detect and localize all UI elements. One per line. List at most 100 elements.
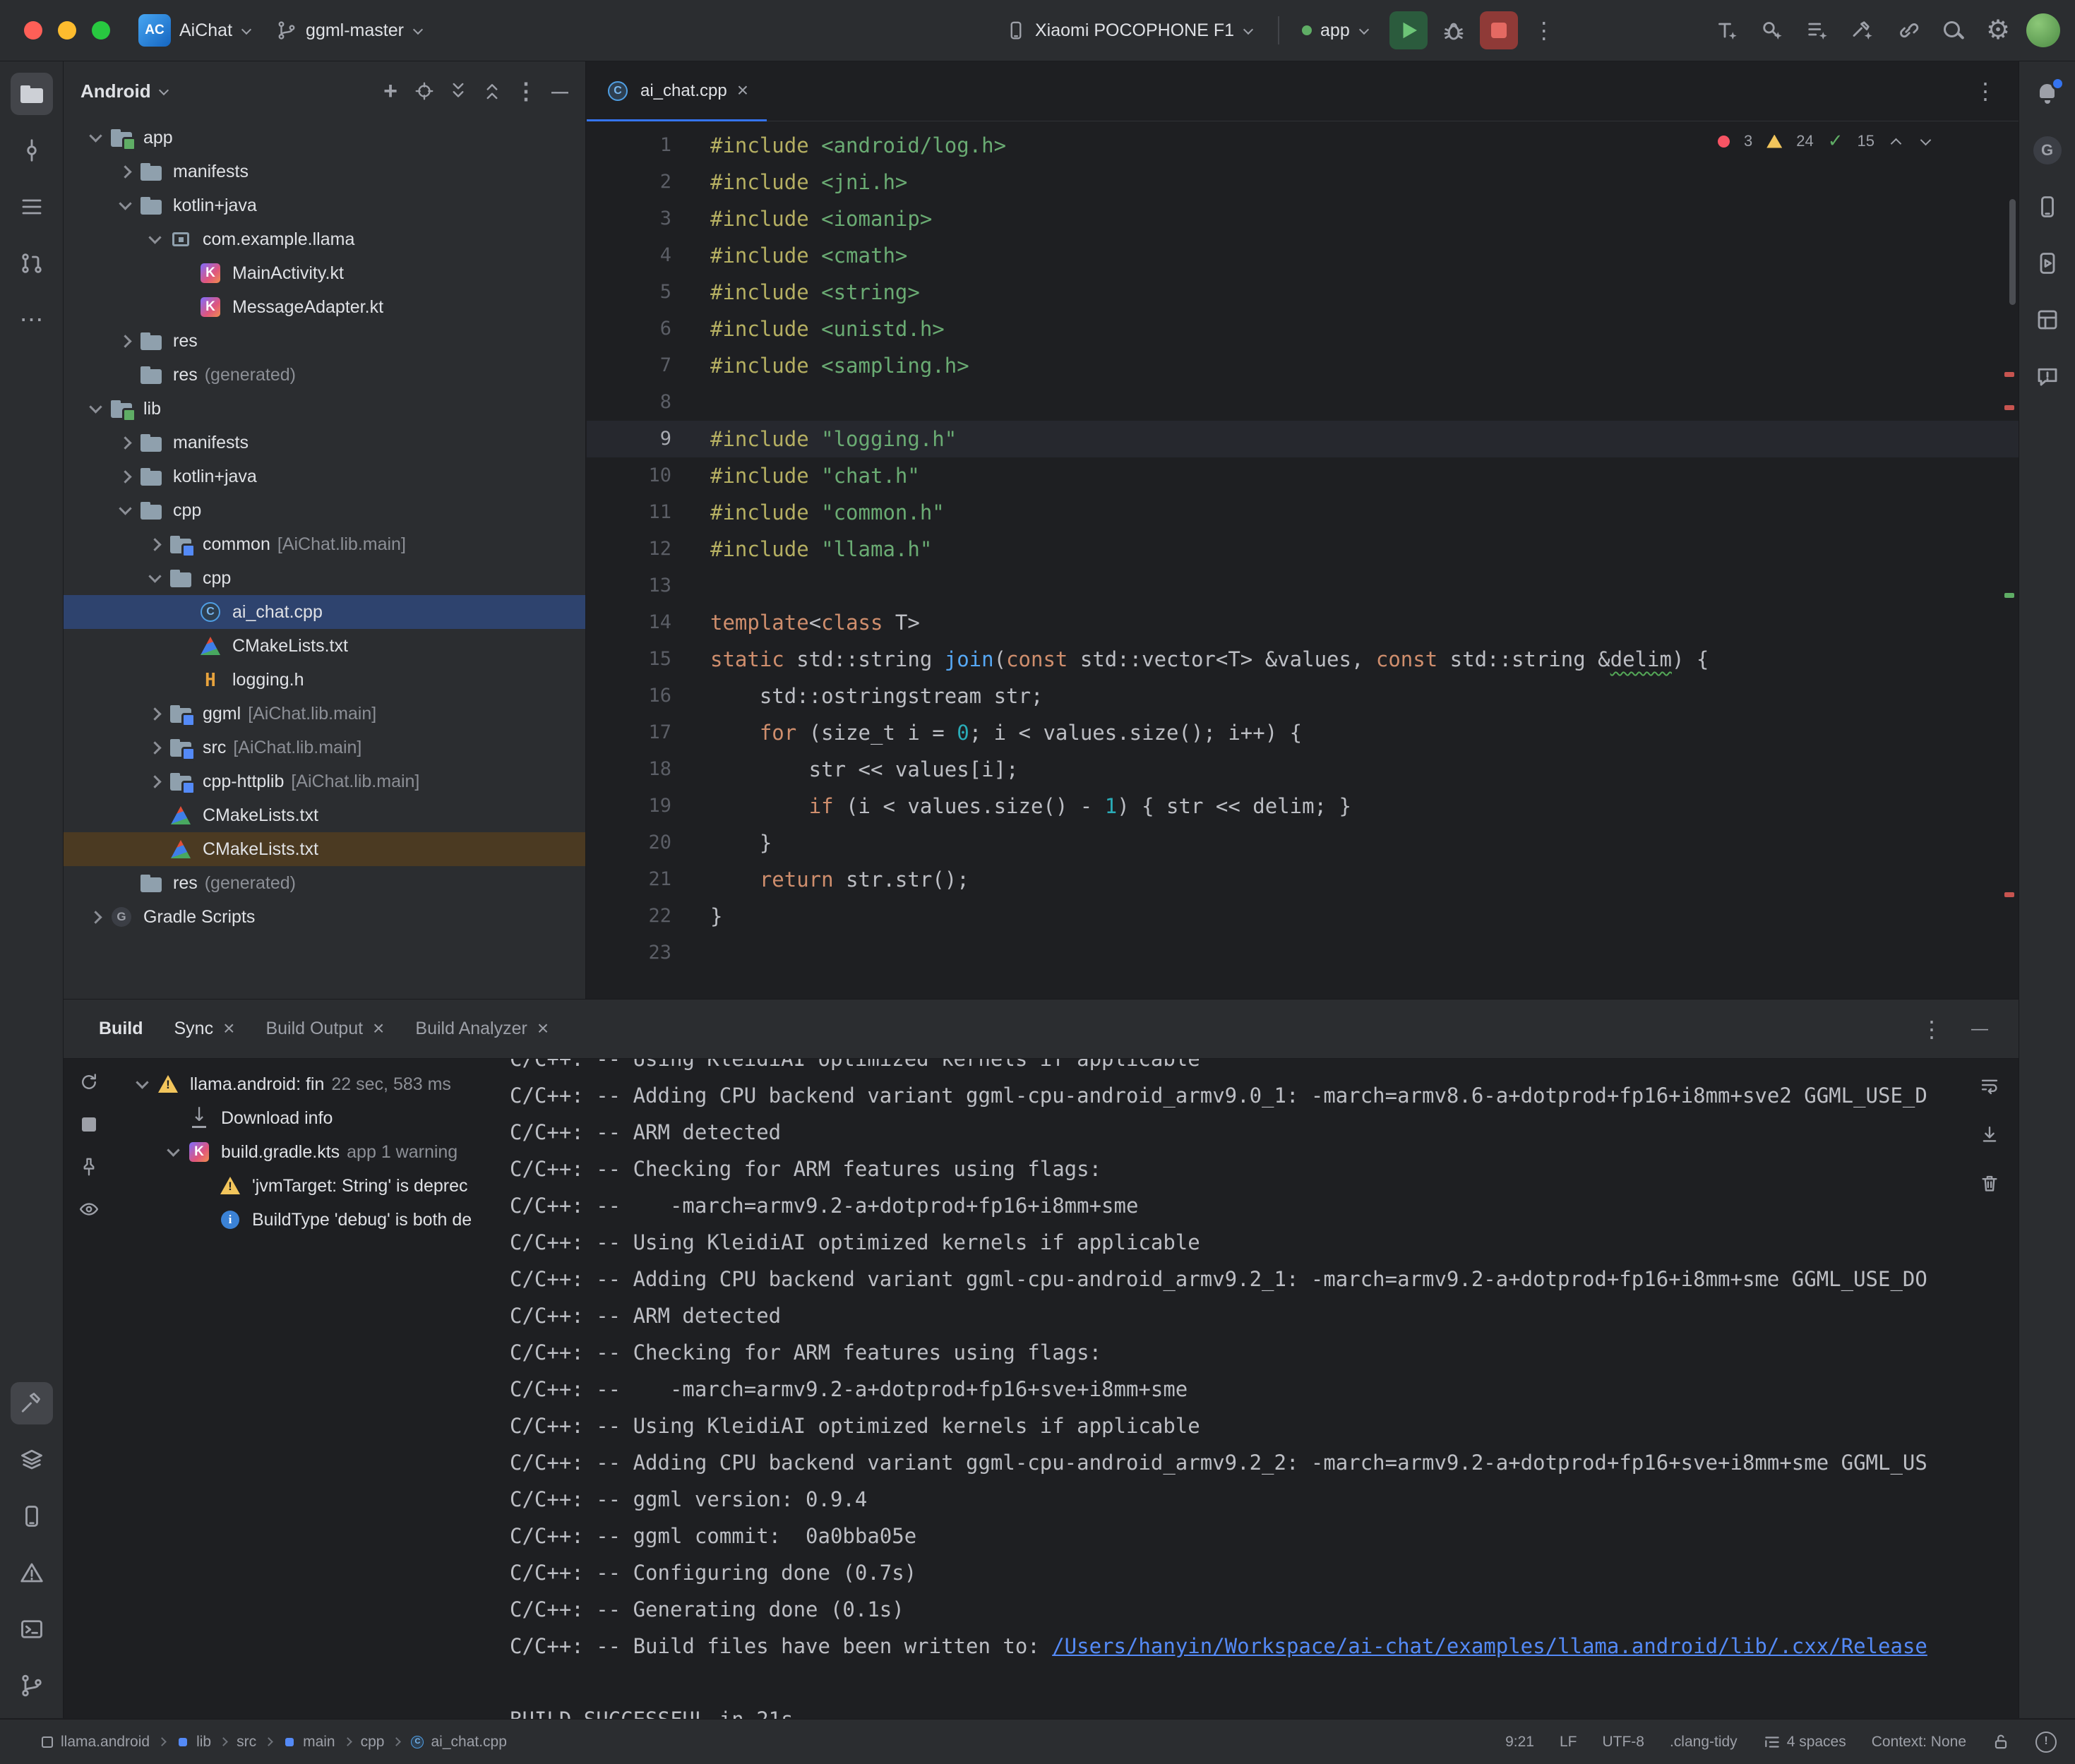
tree-item-messageadapter-kt[interactable]: MessageAdapter.kt [64, 290, 585, 324]
close-tab-icon[interactable] [737, 80, 748, 102]
tree-item-logging-h[interactable]: logging.h [64, 663, 585, 697]
chevron-down-icon[interactable] [141, 561, 168, 595]
rerun-sync-button[interactable] [73, 1066, 105, 1098]
build-tab-build-analyzer[interactable]: Build Analyzer [415, 1019, 549, 1040]
app-quality-insights-tool-button[interactable] [2026, 355, 2069, 397]
chevron-right-icon[interactable] [112, 426, 138, 460]
build-output-link[interactable]: /Users/hanyin/Workspace/ai-chat/examples… [1052, 1634, 1927, 1658]
close-tab-icon[interactable] [537, 1019, 549, 1040]
breadcrumb-item-llama-android[interactable]: llama.android [40, 1734, 150, 1751]
chevron-right-icon[interactable] [82, 900, 109, 934]
version-control-tool-button[interactable] [11, 1664, 53, 1707]
run-configuration-selector[interactable]: app [1291, 10, 1382, 51]
status-item-indent[interactable]: 4 spaces [1763, 1733, 1846, 1751]
editor-scrollbar-thumb[interactable] [2009, 199, 2016, 305]
status-item-encoding[interactable]: UTF-8 [1602, 1734, 1644, 1751]
hide-build-panel-button[interactable] [1961, 1010, 1999, 1048]
code-line-23[interactable]: 23 [587, 935, 2019, 971]
code-line-22[interactable]: 22} [587, 898, 2019, 935]
chevron-right-icon[interactable] [141, 697, 168, 731]
gemini-tasks-button[interactable] [1798, 11, 1836, 49]
inspections-widget[interactable]: 3 24 15 [1718, 131, 1934, 151]
code-line-3[interactable]: 3#include <iomanip> [587, 200, 2019, 237]
tree-item-manifests[interactable]: manifests [64, 426, 585, 460]
chevron-down-icon[interactable] [82, 121, 109, 155]
user-account-button[interactable] [2024, 11, 2062, 49]
code-line-6[interactable]: 6#include <unistd.h> [587, 311, 2019, 347]
chevron-down-icon[interactable] [160, 1135, 186, 1169]
tree-item-app[interactable]: app [64, 121, 585, 155]
error-stripe-mark[interactable] [2004, 892, 2014, 897]
status-item-line-separator[interactable]: LF [1560, 1734, 1577, 1751]
breadcrumb-item-cpp[interactable]: cpp [361, 1734, 385, 1751]
project-options-button[interactable] [510, 76, 542, 107]
breadcrumb-item-lib[interactable]: lib [175, 1734, 211, 1751]
build-tab-build-output[interactable]: Build Output [265, 1019, 384, 1040]
close-tab-icon[interactable] [223, 1019, 234, 1040]
readonly-toggle[interactable] [1992, 1733, 2010, 1751]
hide-project-panel-button[interactable] [544, 76, 575, 107]
build-console[interactable]: C/C++: -- Using KleidiAI optimized kerne… [503, 1059, 2019, 1719]
tree-item-llama-android-fin[interactable]: llama.android: fin22 sec, 583 ms [114, 1067, 503, 1101]
tree-item-cmakelists-txt[interactable]: CMakeLists.txt [64, 798, 585, 832]
code-line-9[interactable]: 9#include "logging.h" [587, 421, 2019, 457]
tree-item-cmakelists-txt[interactable]: CMakeLists.txt [64, 629, 585, 663]
code-line-15[interactable]: 15static std::string join(const std::vec… [587, 641, 2019, 678]
code-line-20[interactable]: 20 } [587, 824, 2019, 861]
tree-item-res[interactable]: res [64, 324, 585, 358]
select-opened-file-button[interactable] [409, 76, 440, 107]
device-manager-tool-button[interactable] [2026, 186, 2069, 228]
status-item-caret-position[interactable]: 9:21 [1505, 1734, 1534, 1751]
chevron-down-icon[interactable] [158, 85, 171, 97]
code-line-21[interactable]: 21 return str.str(); [587, 861, 2019, 898]
code-line-12[interactable]: 12#include "llama.h" [587, 531, 2019, 568]
next-problem-button[interactable] [1918, 133, 1934, 149]
settings-button[interactable] [1979, 11, 2017, 49]
project-view-selector[interactable]: Android [80, 80, 151, 102]
code-editor[interactable]: 1#include <android/log.h>2#include <jni.… [587, 121, 2019, 999]
error-stripe-mark[interactable] [2004, 405, 2014, 410]
chevron-right-icon[interactable] [141, 527, 168, 561]
gemini-search-button[interactable] [1753, 11, 1791, 49]
breadcrumb-item-ai-chat-cpp[interactable]: ai_chat.cpp [409, 1734, 506, 1751]
code-line-4[interactable]: 4#include <cmath> [587, 237, 2019, 274]
chevron-down-icon[interactable] [112, 188, 138, 222]
chevron-right-icon[interactable] [112, 460, 138, 493]
tree-item-lib[interactable]: lib [64, 392, 585, 426]
chevron-right-icon[interactable] [141, 764, 168, 798]
layout-inspector-tool-button[interactable] [2026, 299, 2069, 341]
more-tool-windows-button[interactable] [11, 299, 53, 341]
add-button[interactable] [375, 76, 406, 107]
notifications-button[interactable] [2026, 73, 2069, 115]
device-explorer-tool-button[interactable] [11, 1495, 53, 1537]
terminal-tool-button[interactable] [11, 1608, 53, 1650]
project-widget[interactable]: AiChat [127, 10, 265, 51]
vcs-branch-widget[interactable]: ggml-master [265, 10, 436, 51]
minimize-window-button[interactable] [58, 21, 76, 40]
tree-item-buildtype-debug-is-both-de[interactable]: BuildType 'debug' is both de [114, 1203, 503, 1237]
tree-item-ai-chat-cpp[interactable]: ai_chat.cpp [64, 595, 585, 629]
build-tab-sync[interactable]: Sync [174, 1019, 235, 1040]
status-item-context[interactable]: Context: None [1872, 1734, 1966, 1751]
code-line-8[interactable]: 8 [587, 384, 2019, 421]
problems-tool-button[interactable] [11, 1552, 53, 1594]
tree-item-jvmtarget-string-is-deprec[interactable]: 'jvmTarget: String' is deprec [114, 1169, 503, 1203]
chevron-right-icon[interactable] [112, 324, 138, 358]
code-line-17[interactable]: 17 for (size_t i = 0; i < values.size();… [587, 714, 2019, 751]
tree-item-download-info[interactable]: Download info [114, 1101, 503, 1135]
gemini-rename-button[interactable] [1708, 11, 1746, 49]
collapse-all-button[interactable] [477, 76, 508, 107]
stop-sync-button[interactable] [73, 1108, 105, 1141]
code-line-11[interactable]: 11#include "common.h" [587, 494, 2019, 531]
pull-requests-tool-button[interactable] [11, 242, 53, 284]
breadcrumb-item-main[interactable]: main [282, 1734, 335, 1751]
gemini-build-button[interactable] [1843, 11, 1882, 49]
editor-tab-ai-chat-cpp[interactable]: ai_chat.cpp [587, 61, 767, 121]
tree-item-kotlin-java[interactable]: kotlin+java [64, 188, 585, 222]
code-line-18[interactable]: 18 str << values[i]; [587, 751, 2019, 788]
scroll-to-end-button[interactable] [1973, 1118, 2006, 1151]
structure-tool-button[interactable] [11, 186, 53, 228]
code-line-10[interactable]: 10#include "chat.h" [587, 457, 2019, 494]
tree-item-kotlin-java[interactable]: kotlin+java [64, 460, 585, 493]
run-button[interactable] [1389, 11, 1428, 49]
